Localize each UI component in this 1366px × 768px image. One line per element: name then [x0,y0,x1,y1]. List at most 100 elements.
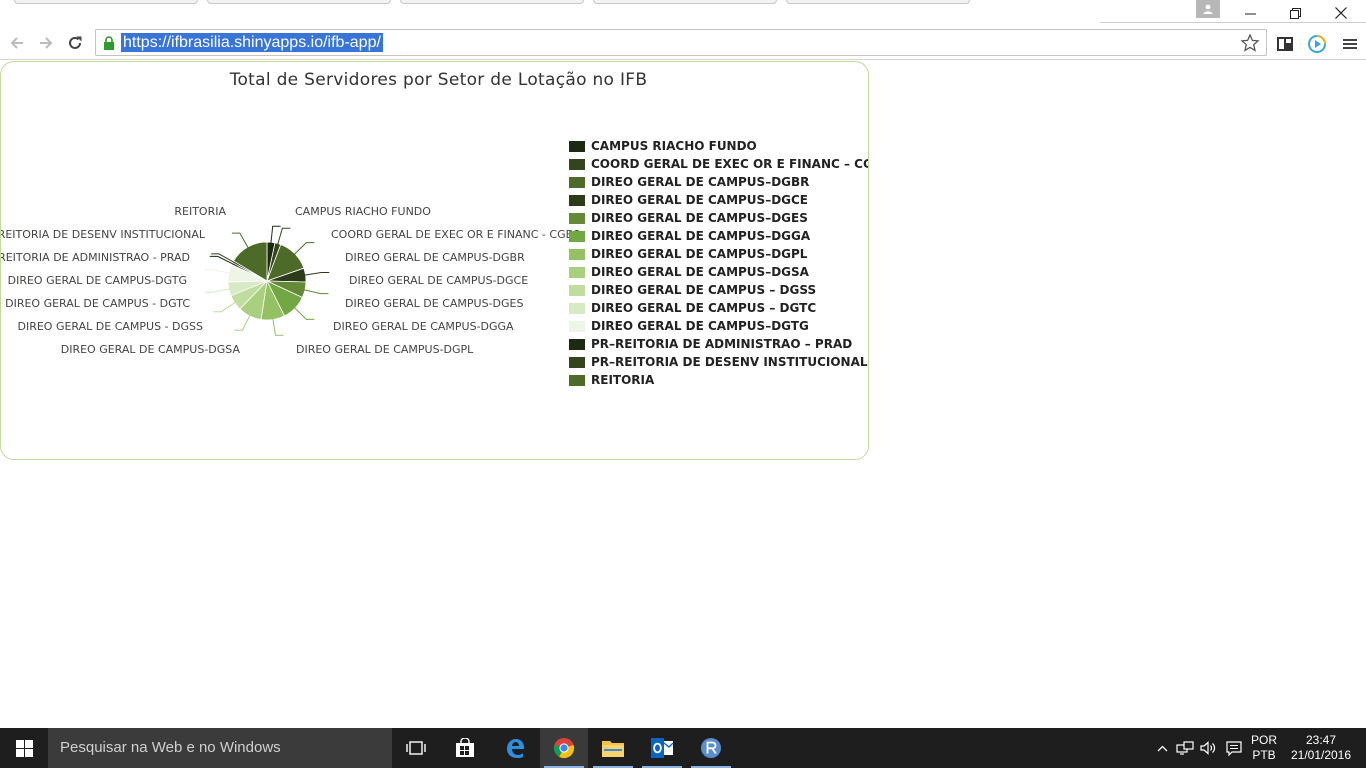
reader-extension-button[interactable] [1274,33,1296,55]
speaker-icon [1200,741,1216,755]
store-button[interactable] [441,728,489,768]
media-extension-button[interactable] [1306,33,1328,55]
legend-item[interactable]: DIREO GERAL DE CAMPUS – DGSS [569,281,868,299]
slice-label: DIREO GERAL DE CAMPUS-DGES [345,297,523,310]
browser-toolbar: https://ifbrasilia.shinyapps.io/ifb-app/ [0,26,1366,60]
minimize-icon [1244,13,1256,14]
legend-swatch [569,248,585,260]
reload-icon [69,36,82,49]
minimize-button[interactable] [1227,0,1273,26]
slice-label: DIREO GERAL DE CAMPUS - DGTC [5,297,190,310]
legend-swatch [569,212,585,224]
file-explorer-button[interactable] [589,728,637,768]
chrome-browser-icon [553,738,575,759]
legend-label: COORD GERAL DE EXEC OR E FINANC – CGEO [591,157,869,171]
person-icon [1203,4,1213,14]
chevron-up-icon [1157,745,1167,751]
r-app-icon [701,738,721,758]
legend-label: DIREO GERAL DE CAMPUS–DGPL [591,247,808,261]
back-button[interactable] [4,30,30,56]
action-center-button[interactable] [1222,728,1246,768]
task-view-button[interactable] [392,728,440,768]
clock[interactable]: 23:47 21/01/2016 [1286,728,1356,768]
close-button[interactable] [1318,0,1364,26]
outlook-button[interactable] [638,728,686,768]
legend-label: DIREO GERAL DE CAMPUS–DGBR [591,175,810,189]
browser-tab[interactable] [207,0,391,4]
slice-label: REITORIA [174,205,226,218]
volume-button[interactable] [1198,728,1220,768]
slice-label: DIREO GERAL DE CAMPUS-DGTG [8,274,187,287]
legend-item[interactable]: DIREO GERAL DE CAMPUS–DGTG [569,317,868,335]
legend-item[interactable]: REITORIA [569,371,868,389]
browser-tab[interactable] [400,0,584,4]
restore-button[interactable] [1272,0,1318,26]
browser-tab[interactable] [14,0,198,4]
legend-swatch [569,158,585,170]
legend-swatch [569,230,585,242]
slice-label: DIREO GERAL DE CAMPUS-DGPL [296,343,474,356]
chart-legend: CAMPUS RIACHO FUNDO COORD GERAL DE EXEC O… [569,137,869,389]
browser-menu-button[interactable] [1339,33,1361,55]
legend-item[interactable]: COORD GERAL DE EXEC OR E FINANC – CGEO [569,155,869,173]
legend-swatch [569,266,585,278]
legend-item[interactable]: DIREO GERAL DE CAMPUS – DGTC [569,299,868,317]
legend-item[interactable]: PR–REITORIA DE DESENV INSTITUCIONAL [569,353,868,371]
taskbar-search-input[interactable]: Pesquisar na Web e no Windows [48,728,392,768]
chrome-button[interactable] [540,728,588,768]
network-button[interactable] [1174,728,1196,768]
profile-button[interactable] [1196,0,1220,18]
slice-label: DIREO GERAL DE CAMPUS-DGBR [345,251,525,264]
legend-item[interactable]: DIREO GERAL DE CAMPUS–DGGA [569,227,868,245]
browser-tab[interactable] [593,0,777,4]
notification-icon [1226,740,1242,756]
arrow-right-icon [40,37,53,49]
legend-item[interactable]: PR–REITORIA DE ADMINISTRAO – PRAD [569,335,868,353]
windows-taskbar: Pesquisar na Web e no Windows POR PTB 23… [0,728,1366,768]
url-text[interactable]: https://ifbrasilia.shinyapps.io/ifb-app/ [121,33,383,52]
play-circle-icon [1308,35,1326,53]
task-view-icon [406,741,426,755]
keyboard-layout: PTB [1252,748,1276,762]
edge-button[interactable] [491,728,539,768]
address-bar[interactable]: https://ifbrasilia.shinyapps.io/ifb-app/ [95,29,1267,56]
legend-label: DIREO GERAL DE CAMPUS – DGTC [591,301,817,315]
legend-label: PR–REITORIA DE DESENV INSTITUCIONAL [591,355,868,369]
legend-item[interactable]: DIREO GERAL DE CAMPUS–DGCE [569,191,868,209]
arrow-left-icon [10,37,23,49]
clock-time: 23:47 [1305,733,1337,747]
forward-button[interactable] [33,30,59,56]
windows-logo-icon [15,739,33,757]
slice-label: DIREO GERAL DE CAMPUS-DGGA [333,320,514,333]
reload-button[interactable] [62,30,88,56]
book-icon [1277,37,1293,51]
show-hidden-icons-button[interactable] [1152,728,1172,768]
star-icon[interactable] [1240,33,1260,53]
legend-swatch [569,302,585,314]
browser-titlebar [0,0,1366,26]
legend-label: CAMPUS RIACHO FUNDO [591,139,757,153]
rstudio-button[interactable] [687,728,735,768]
language-indicator[interactable]: POR PTB [1248,728,1280,768]
legend-item[interactable]: DIREO GERAL DE CAMPUS–DGBR [569,173,868,191]
store-bag-icon [456,738,474,757]
slice-label: CAMPUS RIACHO FUNDO [295,205,431,218]
start-button[interactable] [0,728,48,768]
slice-label: -REITORIA DE DESENV INSTITUCIONAL [1,228,206,241]
legend-label: DIREO GERAL DE CAMPUS–DGCE [591,193,809,207]
hamburger-menu-icon [1343,39,1357,49]
legend-label: REITORIA [591,373,655,387]
legend-swatch [569,338,585,350]
close-icon [1335,7,1347,19]
legend-item[interactable]: DIREO GERAL DE CAMPUS–DGES [569,209,868,227]
lock-icon [104,36,114,50]
slice-label: DIREO GERAL DE CAMPUS-DGCE [349,274,528,287]
legend-item[interactable]: DIREO GERAL DE CAMPUS–DGPL [569,245,868,263]
legend-swatch [569,374,585,386]
clock-date: 21/01/2016 [1290,748,1352,762]
language-code: POR [1250,733,1277,747]
browser-tab[interactable] [786,0,970,4]
legend-item[interactable]: CAMPUS RIACHO FUNDO [569,137,868,155]
chart-panel: Total de Servidores por Setor de Lotação… [0,61,869,460]
legend-item[interactable]: DIREO GERAL DE CAMPUS–DGSA [569,263,868,281]
